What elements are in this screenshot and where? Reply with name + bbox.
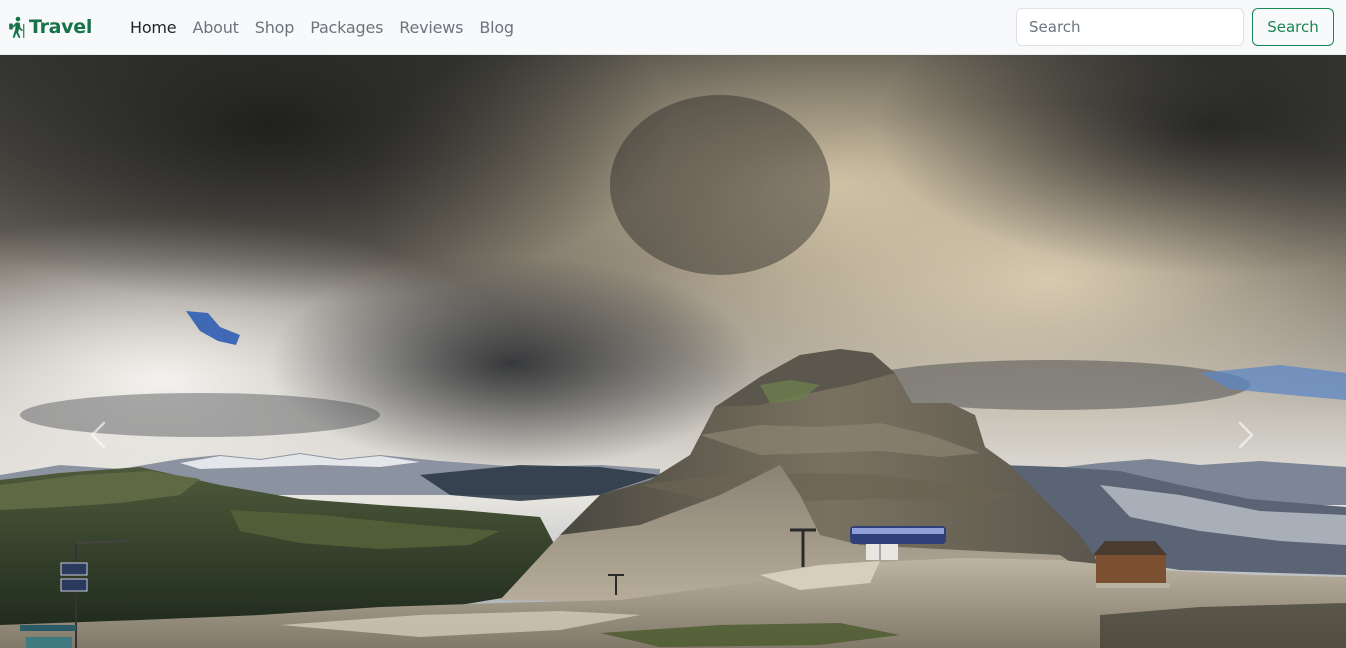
nav-link-reviews[interactable]: Reviews [399,18,463,37]
brand-link[interactable]: Travel [8,13,92,41]
nav-link-blog[interactable]: Blog [479,18,514,37]
nav-link-shop[interactable]: Shop [255,18,295,37]
search-input[interactable] [1016,8,1244,46]
nav-link-home[interactable]: Home [130,18,177,37]
carousel-next-button[interactable] [1226,415,1266,455]
chevron-left-icon [90,421,106,449]
hero-carousel [0,55,1346,648]
hiking-icon [8,16,26,38]
carousel-prev-button[interactable] [78,415,118,455]
nav-links: Home About Shop Packages Reviews Blog [130,14,530,40]
hero-image [0,55,1346,648]
brand-name: Travel [29,16,93,38]
nav-link-about[interactable]: About [192,18,239,37]
search-button[interactable]: Search [1252,8,1334,46]
chevron-right-icon [1238,421,1254,449]
nav-link-packages[interactable]: Packages [310,18,383,37]
search-form: Search [1016,8,1334,46]
navbar: Travel Home About Shop Packages Reviews … [0,0,1346,55]
